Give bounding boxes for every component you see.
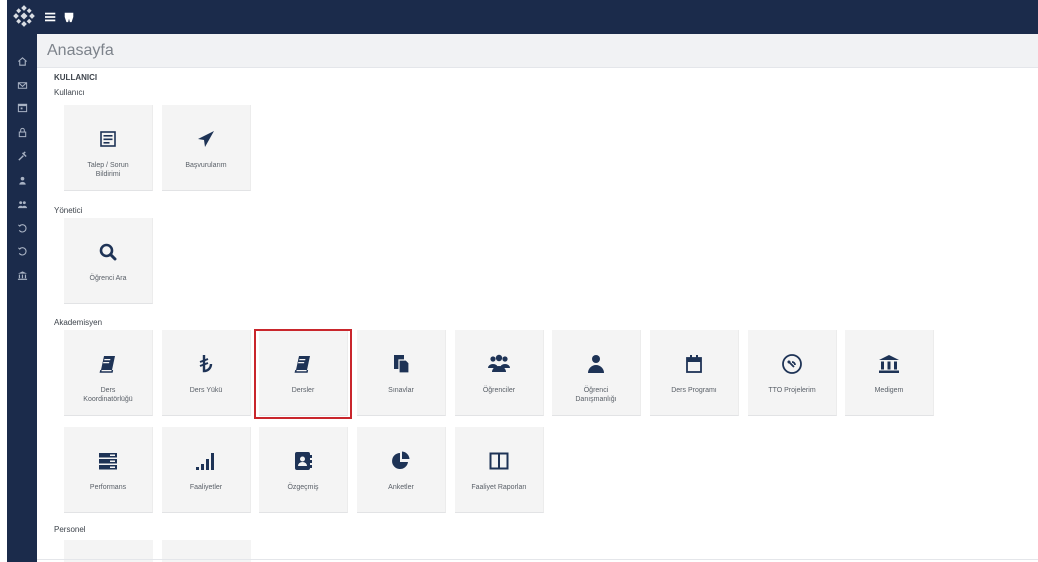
tile-label: Öğrenciler (482, 387, 516, 394)
tile-label: Öğrenci Danışmanlığı (575, 387, 617, 403)
server-icon (64, 449, 152, 473)
users-icon (455, 352, 543, 376)
page-header: Anasayfa (37, 34, 1038, 68)
sidebar (7, 34, 37, 562)
tile-label: Faaliyet Raporları (471, 484, 527, 491)
tile-ders-yuku[interactable]: Ders Yükü (162, 330, 251, 416)
tile-label: Öğrenci Ara (89, 275, 127, 282)
bank-icon[interactable] (14, 268, 30, 282)
pie-chart-icon (357, 449, 445, 473)
paper-plane-icon (162, 127, 250, 151)
tile-talep-sorun-bildirimi[interactable]: Talep / Sorun Bildirimi (64, 105, 153, 191)
signal-bars-icon (162, 449, 250, 473)
search-icon (64, 240, 152, 264)
tile-label: Başvurularım (185, 162, 227, 169)
history-alt-icon[interactable] (14, 244, 30, 258)
tile-faaliyetler[interactable]: Faaliyetler (162, 427, 251, 513)
home-icon[interactable] (14, 54, 30, 68)
lira-icon (162, 352, 250, 376)
user-icon (552, 352, 640, 376)
tile-faaliyet-raporlari[interactable]: Faaliyet Raporları (455, 427, 544, 513)
tile-label: Ders Programı (671, 387, 717, 394)
tile-label: Talep / Sorun Bildirimi (87, 162, 129, 178)
hamburger-menu-icon[interactable] (44, 10, 60, 24)
highlight-box (254, 329, 352, 419)
contact-book-icon (259, 449, 347, 473)
tile-ozgecmis[interactable]: Özgeçmiş (259, 427, 348, 513)
group-label-yonetici: Yönetici (54, 206, 83, 215)
page-bottom-border (37, 559, 1038, 560)
satellite-icon (748, 352, 836, 376)
group-label-akademisyen: Akademisyen (54, 318, 103, 327)
tile-label: Medigem (874, 387, 904, 394)
lock-icon[interactable] (14, 125, 30, 139)
tile-ders-koordinatorlugu[interactable]: Ders Koordinatörlüğü (64, 330, 153, 416)
tile-label: Özgeçmiş (287, 484, 319, 491)
mail-icon[interactable] (14, 78, 30, 92)
form-list-icon (64, 127, 152, 151)
book-icon (64, 352, 152, 376)
tile-sinavlar[interactable]: Sınavlar (357, 330, 446, 416)
tile-medigem[interactable]: Medigem (845, 330, 934, 416)
user-icon[interactable] (14, 173, 30, 187)
columns-icon (455, 449, 543, 473)
tile-label: Ders Koordinatörlüğü (83, 387, 133, 403)
calendar-icon[interactable] (14, 100, 30, 114)
calendar-icon (650, 352, 738, 376)
history-icon[interactable] (14, 221, 30, 235)
tools-icon[interactable] (14, 149, 30, 163)
tile-ogrenci-danismanligi[interactable]: Öğrenci Danışmanlığı (552, 330, 641, 416)
tile-ogrenciler[interactable]: Öğrenciler (455, 330, 544, 416)
group-label-kullanici: Kullanıcı (54, 88, 85, 97)
tile-label: Anketler (388, 484, 414, 491)
tooth-icon[interactable] (63, 10, 79, 24)
top-navbar (7, 0, 1038, 34)
tile-basvurularim[interactable]: Başvurularım (162, 105, 251, 191)
university-logo-icon[interactable] (13, 5, 35, 27)
tile-ders-programi[interactable]: Ders Programı (650, 330, 739, 416)
tile-label: Ders Yükü (189, 387, 223, 394)
tile-label: TTO Projelerim (768, 387, 816, 394)
users-icon[interactable] (14, 197, 30, 211)
tile-performans[interactable]: Performans (64, 427, 153, 513)
documents-icon (357, 352, 445, 376)
page-title: Anasayfa (47, 42, 114, 59)
tile-label: Sınavlar (388, 387, 414, 394)
tile-ogrenci-ara[interactable]: Öğrenci Ara (64, 218, 153, 304)
tile-label: Faaliyetler (189, 484, 223, 491)
tile-label: Performans (89, 484, 127, 491)
tile-tto-projelerim[interactable]: TTO Projelerim (748, 330, 837, 416)
tile-anketler[interactable]: Anketler (357, 427, 446, 513)
bank-icon (845, 352, 933, 376)
section-title: KULLANICI (54, 73, 98, 82)
group-label-personel: Personel (54, 525, 86, 534)
